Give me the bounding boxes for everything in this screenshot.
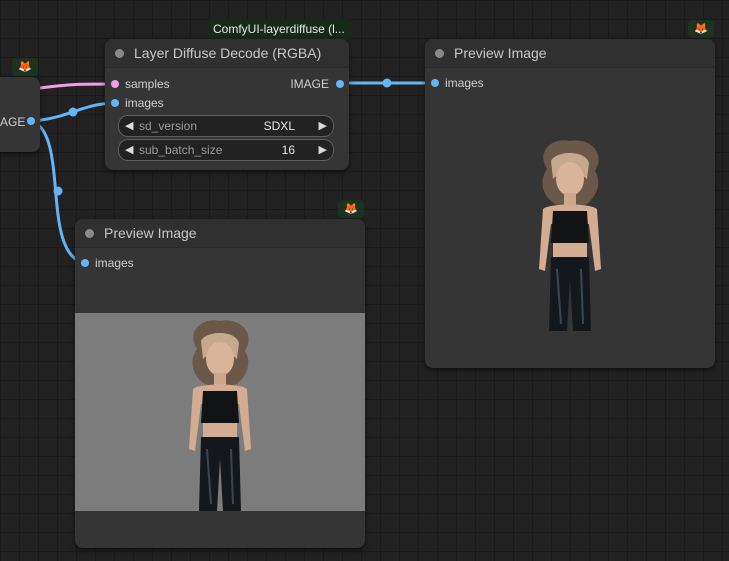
collapse-dot[interactable]: [435, 49, 444, 58]
sub-batch-size-number[interactable]: ◀ sub_batch_size 16 ▶: [118, 139, 334, 161]
images-link-to-decode: [31, 101, 116, 123]
preview-person: [189, 320, 251, 511]
widget-value: SDXL: [263, 119, 295, 133]
widget-name: sd_version: [139, 119, 198, 133]
collapse-dot[interactable]: [115, 49, 124, 58]
samples-input-dot[interactable]: [111, 80, 119, 88]
node-title-bar[interactable]: Layer Diffuse Decode (RGBA): [105, 39, 349, 68]
images-input-dot[interactable]: [111, 99, 119, 107]
triangle-left-icon[interactable]: ◀: [125, 140, 133, 160]
widget-value: 16: [281, 143, 295, 157]
images-input-dot[interactable]: [81, 259, 89, 267]
node-title: Preview Image: [104, 225, 197, 241]
group-label: ComfyUI-layerdiffuse (l...: [207, 19, 351, 39]
image-output-dot[interactable]: [336, 80, 344, 88]
collapse-dot[interactable]: [85, 229, 94, 238]
fox-icon: 🦊: [18, 60, 32, 73]
node-title: Preview Image: [454, 45, 547, 61]
samples-input-label: samples: [125, 77, 170, 91]
left-node-output-label: AGE: [0, 115, 26, 129]
preview-right-badge: 🦊: [688, 20, 714, 38]
fox-icon: 🦊: [694, 22, 708, 35]
fox-icon: 🦊: [344, 202, 358, 215]
left-node-badge: 🦊: [12, 58, 38, 76]
preview-image-gray: [75, 313, 365, 511]
preview-image-node-right[interactable]: Preview Image images: [425, 39, 715, 368]
triangle-right-icon[interactable]: ▶: [319, 140, 327, 160]
images-input-label: images: [125, 96, 164, 110]
node-title-bar[interactable]: Preview Image: [75, 219, 365, 248]
images-input-label: images: [95, 256, 134, 270]
preview-bottom-badge: 🦊: [338, 200, 364, 218]
node-title-bar[interactable]: Preview Image: [425, 39, 715, 68]
samples-link: [39, 82, 116, 90]
node-title: Layer Diffuse Decode (RGBA): [134, 45, 322, 61]
image-output-label: IMAGE: [290, 77, 329, 91]
widget-name: sub_batch_size: [139, 143, 223, 157]
layer-diffuse-decode-node[interactable]: Layer Diffuse Decode (RGBA) samples imag…: [105, 39, 349, 170]
images-input-label: images: [445, 76, 484, 90]
triangle-right-icon[interactable]: ▶: [319, 116, 327, 136]
images-input-dot[interactable]: [431, 79, 439, 87]
preview-image-transparent: [539, 140, 601, 331]
sd-version-combo[interactable]: ◀ sd_version SDXL ▶: [118, 115, 334, 137]
preview-image-node-bottom[interactable]: Preview Image images: [75, 219, 365, 548]
left-source-node[interactable]: AGE: [0, 77, 40, 152]
triangle-left-icon[interactable]: ◀: [125, 116, 133, 136]
left-node-output-dot[interactable]: [27, 117, 35, 125]
